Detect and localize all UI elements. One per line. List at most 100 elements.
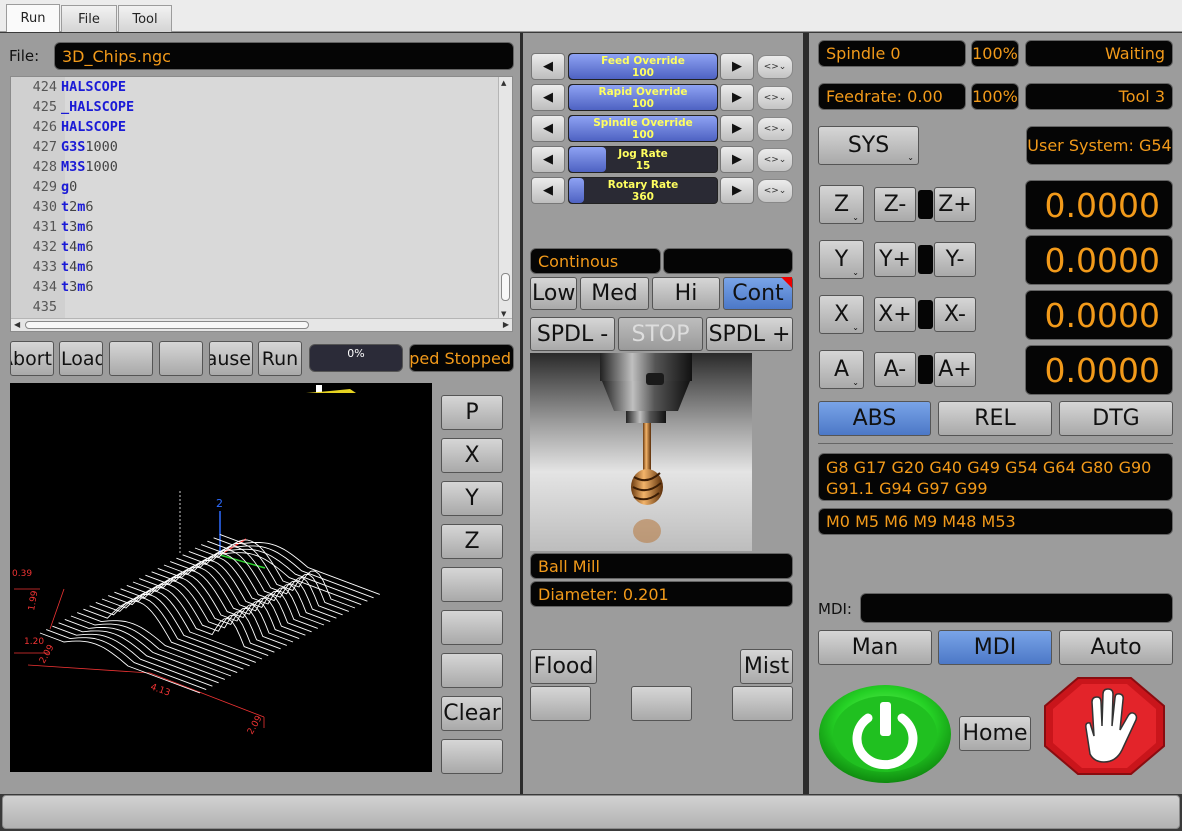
jog-increment-field[interactable] [663,248,793,274]
code-line[interactable]: 424 HALSCOPE [11,77,126,97]
backplot-view[interactable]: 2 0.39 1.99 1.20 2.09 4.13 2.09 [10,383,432,772]
code-line[interactable]: 432 t4m6 [11,237,94,257]
mist-button[interactable]: Mist [740,649,793,684]
plot-x-view-button[interactable]: X [441,438,503,473]
jog-minus-button[interactable]: A- [874,352,916,387]
jog-minus-button[interactable]: Y+ [874,242,916,277]
scroll-right-icon[interactable]: ▶ [503,320,509,329]
plot-blank-button[interactable] [441,567,503,602]
blank-button[interactable] [159,341,203,376]
spindle-stop-button[interactable]: STOP [618,317,703,351]
code-line[interactable]: 429 g0 [11,177,78,197]
jog-plus-button[interactable]: A+ [934,352,976,387]
jog-indicator[interactable] [918,300,933,329]
override-slider[interactable]: Rotary Rate 360 [568,177,718,204]
override-dropdown-button[interactable]: <>⌄ [757,148,793,172]
code-line[interactable]: 435 [11,297,61,317]
override-dropdown-button[interactable]: <>⌄ [757,55,793,79]
override-decrease-button[interactable]: ◀ [531,53,565,80]
override-dropdown-button[interactable]: <>⌄ [757,117,793,141]
jog-indicator[interactable] [918,355,933,384]
mist-indicator-button[interactable] [732,686,793,721]
coolant-blank-button[interactable] [631,686,692,721]
scroll-up-icon[interactable]: ▲ [501,79,506,87]
flood-button[interactable]: Flood [530,649,597,684]
axis-select-button[interactable]: A ⌄ [819,350,864,389]
jog-mode-field[interactable]: Continous [530,248,661,274]
code-line[interactable]: 430 t2m6 [11,197,94,217]
override-slider[interactable]: Rapid Override 100 [568,84,718,111]
estop-button[interactable] [1042,676,1167,776]
plot-y-view-button[interactable]: Y [441,481,503,516]
override-decrease-button[interactable]: ◀ [531,84,565,111]
jog-indicator[interactable] [918,245,933,274]
override-dropdown-button[interactable]: <>⌄ [757,179,793,203]
code-line[interactable]: 428 M3S1000 [11,157,118,177]
axis-select-button[interactable]: X ⌄ [819,295,864,334]
code-line[interactable]: 426 HALSCOPE [11,117,126,137]
dtg-button[interactable]: DTG [1059,401,1173,436]
horizontal-scrollbar[interactable]: ◀ ▶ [11,318,512,331]
code-line[interactable]: 434 t3m6 [11,277,94,297]
sys-button[interactable]: SYS ⌄ [818,126,919,165]
spindle-minus-button[interactable]: SPDL - [530,317,615,351]
jog-plus-button[interactable]: Z+ [934,187,976,222]
power-button[interactable] [818,684,953,784]
plot-clear-button[interactable]: Clear [441,696,503,731]
plot-blank-button[interactable] [441,653,503,688]
override-decrease-button[interactable]: ◀ [531,177,565,204]
jog-minus-button[interactable]: X+ [874,297,916,332]
auto-mode-button[interactable]: Auto [1059,630,1173,665]
rel-button[interactable]: REL [938,401,1052,436]
code-line[interactable]: 425 _HALSCOPE [11,97,135,117]
axis-select-button[interactable]: Y ⌄ [819,240,864,279]
scroll-down-icon[interactable]: ▼ [501,310,506,318]
override-increase-button[interactable]: ▶ [720,115,754,142]
abort-button[interactable]: Abort [10,341,54,376]
blank-button[interactable] [109,341,153,376]
gcode-editor[interactable]: 424 HALSCOPE 425 _HALSCOPE 426 HALSCOPE 427 G3S… [10,76,513,332]
axis-select-button[interactable]: Z ⌄ [819,185,864,224]
flood-indicator-button[interactable] [530,686,591,721]
home-button[interactable]: Home [959,716,1031,751]
code-line[interactable]: 427 G3S1000 [11,137,118,157]
scroll-left-icon[interactable]: ◀ [14,320,20,329]
code-line[interactable]: 431 t3m6 [11,217,94,237]
pause-button[interactable]: Pause [209,341,253,376]
plot-p-view-button[interactable]: P [441,395,503,430]
plot-z-view-button[interactable]: Z [441,524,503,559]
load-button[interactable]: Load [59,341,103,376]
jog-hi-button[interactable]: Hi [652,277,720,310]
jog-med-button[interactable]: Med [580,277,649,310]
tab-file[interactable]: File [61,5,117,32]
manual-mode-button[interactable]: Man [818,630,932,665]
tab-tool[interactable]: Tool [118,5,172,32]
override-decrease-button[interactable]: ◀ [531,115,565,142]
scrollbar-thumb[interactable] [501,273,510,301]
tab-run[interactable]: Run [6,4,60,32]
mdi-mode-button[interactable]: MDI [938,630,1052,665]
jog-plus-button[interactable]: X- [934,297,976,332]
override-increase-button[interactable]: ▶ [720,177,754,204]
jog-minus-button[interactable]: Z- [874,187,916,222]
override-slider[interactable]: Jog Rate 15 [568,146,718,173]
override-dropdown-button[interactable]: <>⌄ [757,86,793,110]
mdi-input[interactable] [860,593,1173,623]
vertical-scrollbar[interactable]: ▲ ▼ [498,77,512,319]
jog-plus-button[interactable]: Y- [934,242,976,277]
jog-indicator[interactable] [918,190,933,219]
code-line[interactable]: 433 t4m6 [11,257,94,277]
plot-blank-button[interactable] [441,739,503,774]
abs-button[interactable]: ABS [818,401,931,436]
override-increase-button[interactable]: ▶ [720,53,754,80]
override-decrease-button[interactable]: ◀ [531,146,565,173]
spindle-plus-button[interactable]: SPDL + [706,317,793,351]
jog-low-button[interactable]: Low [530,277,577,310]
plot-blank-button[interactable] [441,610,503,645]
override-slider[interactable]: Spindle Override 100 [568,115,718,142]
h-scrollbar-thumb[interactable] [25,321,309,329]
override-increase-button[interactable]: ▶ [720,84,754,111]
run-button[interactable]: Run [258,341,302,376]
override-increase-button[interactable]: ▶ [720,146,754,173]
override-slider[interactable]: Feed Override 100 [568,53,718,80]
